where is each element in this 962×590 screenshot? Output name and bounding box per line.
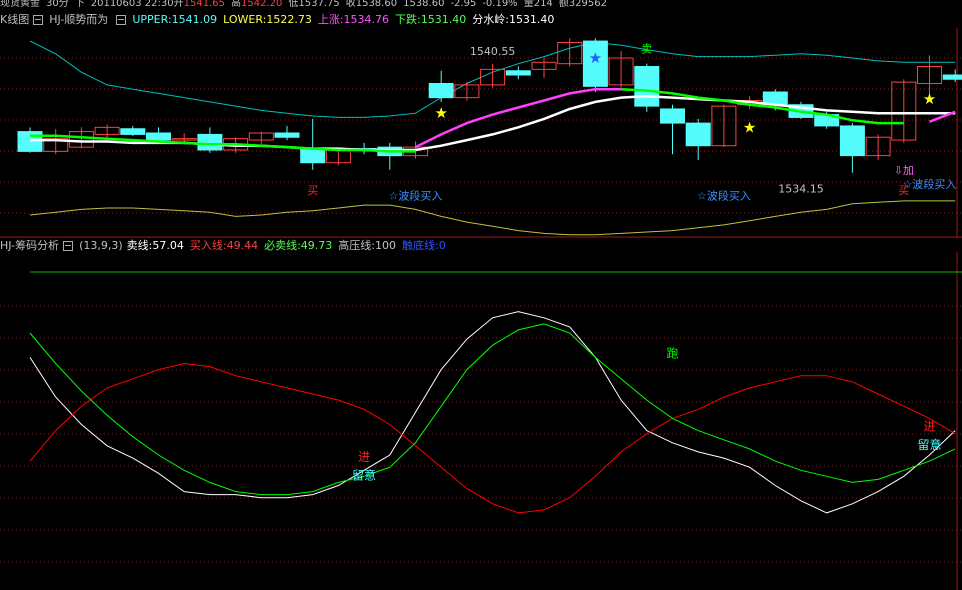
collapse-icon[interactable]	[33, 15, 44, 25]
signal-annotation: 留意	[352, 467, 376, 482]
signal-star-icon: ★	[743, 118, 756, 136]
oscillator-chart[interactable]: 进留意跑进留意	[0, 252, 962, 590]
chart-annotation: 1540.55	[470, 45, 516, 58]
signal-annotation: 跑	[666, 346, 678, 360]
high-pressure-value: 高压线:100	[338, 239, 396, 252]
upper-value: UPPER:1541.09	[132, 13, 218, 26]
down-value: 下跌:1531.40	[395, 13, 467, 26]
high-label: 高	[231, 0, 241, 9]
candle-down	[634, 66, 660, 107]
chart-annotation: 买	[307, 184, 318, 197]
amount-label: 额	[558, 0, 569, 9]
oscillator-line	[29, 323, 956, 496]
candle-down	[839, 125, 865, 157]
buy-line-value: 买入线:49.44	[189, 239, 259, 252]
osc-panel-name[interactable]: HJ-筹码分析	[0, 239, 59, 252]
volume-label: 量	[523, 0, 534, 9]
candle-down	[505, 70, 531, 76]
change-value: -2.95	[450, 0, 477, 9]
signal-annotation: 进	[358, 450, 370, 464]
chart-annotation: ⇩加	[894, 164, 914, 177]
candle-down	[300, 148, 326, 164]
candle-down	[685, 122, 711, 147]
low-value: 1537.75	[298, 0, 340, 9]
indicator-name[interactable]: HJ-顺势而为	[49, 13, 108, 26]
osc-params: (13,9,3)	[79, 239, 123, 252]
open-value: 1541.65	[183, 0, 225, 9]
lower-value: LOWER:1522.73	[223, 13, 312, 26]
quote-bar: 现货黄金 30分下 20110603 22:30开1541.65 高1542.20 低1…	[0, 0, 613, 11]
high-value: 1542.20	[241, 0, 283, 9]
collapse-icon[interactable]	[63, 241, 74, 251]
volume-value: 214	[533, 0, 553, 9]
symbol-name: 现货黄金	[0, 0, 40, 9]
oscillator-indicator-bar: HJ-筹码分析 (13,9,3) 卖线:57.04 买入线:49.44 必卖线:49.7…	[0, 239, 452, 253]
candle-down	[146, 132, 171, 141]
direction: 下	[74, 0, 85, 9]
up-value: 上涨:1534.76	[317, 13, 390, 26]
candle-down	[942, 74, 962, 80]
close-value-2: 1538.60	[403, 0, 445, 9]
candle-down	[428, 83, 454, 99]
low-label: 低	[288, 0, 299, 9]
sell-line-value: 卖线:57.04	[126, 239, 184, 252]
oscillator-line	[29, 362, 956, 514]
candle-down	[197, 133, 223, 151]
watershed-value: 分水岭:1531.40	[472, 13, 555, 26]
signal-annotation: 进	[923, 420, 935, 434]
chart-annotation: ☆波段买入	[903, 177, 957, 191]
open-label: 开	[173, 0, 184, 9]
candle-down	[274, 132, 300, 138]
candle-down	[120, 128, 146, 135]
kline-chart[interactable]: ★★★★1540.551534.15卖买 买☆波段买入 ☆波段买入☆波段买入⇩加	[0, 28, 962, 238]
chart-annotation: ☆波段买入	[697, 188, 751, 202]
down-trend-line	[30, 134, 416, 153]
lower-band-line	[29, 200, 956, 236]
oscillator-line	[29, 311, 956, 514]
signal-annotation: 留意	[917, 437, 941, 452]
signal-star-icon: ★	[589, 49, 602, 67]
kline-panel-name: K线图	[0, 13, 30, 26]
signal-star-icon: ★	[923, 90, 936, 108]
chart-annotation: 1534.15	[778, 182, 824, 195]
kline-indicator-bar: K线图 HJ-顺势而为 UPPER:1541.09 LOWER:1522.73 上涨:1…	[0, 13, 560, 27]
collapse-icon[interactable]	[116, 15, 127, 25]
must-sell-value: 必卖线:49.73	[264, 239, 333, 252]
candle-down	[660, 108, 685, 124]
amount-value: 329562	[568, 0, 607, 9]
chart-annotation: ☆波段买入	[389, 188, 443, 202]
close-label: 收	[345, 0, 356, 9]
close-value: 1538.60	[355, 0, 398, 9]
period: 30分	[46, 0, 69, 9]
bottom-line-value: 触底线:0	[401, 239, 446, 252]
signal-star-icon: ★	[434, 104, 447, 122]
chart-annotation: 卖	[641, 42, 652, 55]
change-pct: -0.19%	[482, 0, 518, 9]
datetime: 20110603 22:30	[90, 0, 174, 9]
